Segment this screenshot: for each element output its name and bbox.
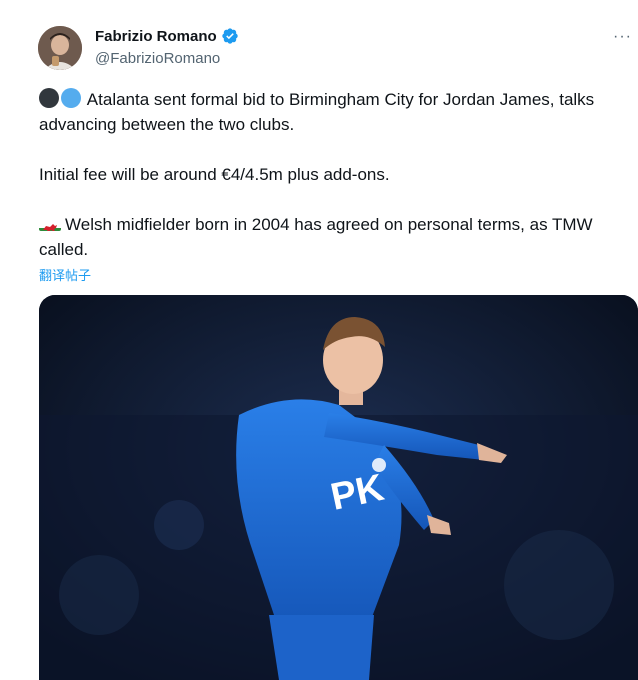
tweet-line-3: Welsh midfielder born in 2004 has agreed… [39,215,593,259]
tweet-paragraph-1: Atalanta sent formal bid to Birmingham C… [39,87,609,137]
blue-circle-emoji-icon [61,88,81,108]
author-handle[interactable]: @FabrizioRomano [95,50,220,67]
tweet-line-1: Atalanta sent formal bid to Birmingham C… [39,90,595,134]
wales-flag-icon [39,217,61,231]
tweet-paragraph-2: Initial fee will be around €4/4.5m plus … [39,162,609,187]
author-display-name[interactable]: Fabrizio Romano [95,28,217,45]
tweet-card: Fabrizio Romano @FabrizioRomano ··· Atal… [0,0,638,680]
avatar-image [38,26,82,70]
black-circle-emoji-icon [39,88,59,108]
translate-post-link[interactable]: 翻译帖子 [39,265,91,284]
more-options-icon[interactable]: ··· [613,28,632,46]
author-name-row: Fabrizio Romano [95,27,239,45]
tweet-line-2: Initial fee will be around €4/4.5m plus … [39,165,390,184]
tweet-photo[interactable]: PK [39,295,638,680]
tweet-text: Atalanta sent formal bid to Birmingham C… [39,87,609,262]
avatar[interactable] [38,26,82,70]
verified-badge-icon [221,27,239,45]
tweet-paragraph-3: Welsh midfielder born in 2004 has agreed… [39,212,609,262]
photo-footballer-pointing: PK [39,295,638,680]
